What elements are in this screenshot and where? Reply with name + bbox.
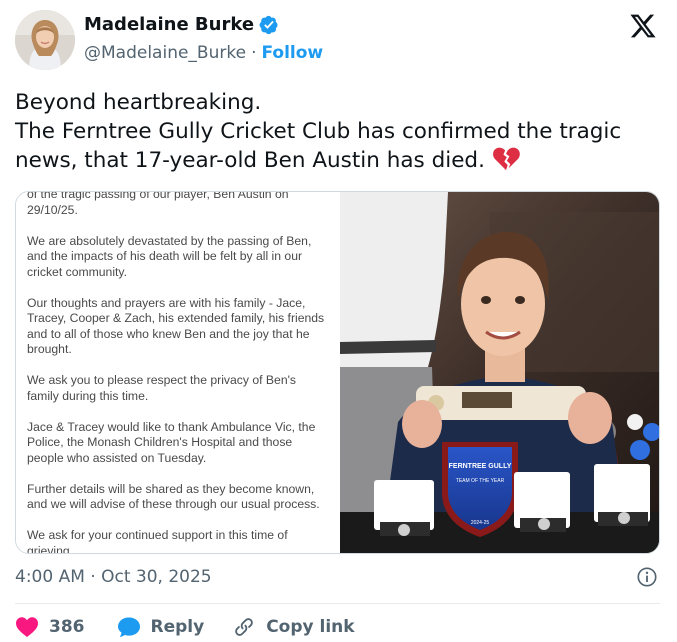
statement-paragraph: We ask you to please respect the privacy… xyxy=(27,373,297,403)
statement-paragraph: Our thoughts and prayers are with his fa… xyxy=(27,295,325,357)
tweet-text: Beyond heartbreaking. The Ferntree Gully… xyxy=(15,88,665,175)
tweet-time: 4:00 AM xyxy=(15,567,85,587)
x-logo-icon[interactable] xyxy=(629,12,659,40)
author-name-row: Madelaine Burke xyxy=(84,14,279,35)
broken-heart-icon xyxy=(492,147,520,171)
link-icon xyxy=(235,618,254,636)
tweet-media[interactable]: of the tragic passing of our player, Ben… xyxy=(15,191,660,554)
copy-link-label: Copy link xyxy=(266,617,355,637)
tweet-card: Madelaine Burke @Madelaine_Burke · Follo… xyxy=(0,0,677,642)
verified-badge-icon xyxy=(259,15,279,35)
statement-paragraph: We ask for your continued support in thi… xyxy=(27,528,288,554)
author-handle[interactable]: @Madelaine_Burke xyxy=(84,43,246,63)
meta-separator: · xyxy=(90,567,96,587)
shield-title: FERNTREE GULLY xyxy=(449,463,512,470)
tweet-timestamp[interactable]: 4:00 AM · Oct 30, 2025 xyxy=(15,567,660,587)
statement-paragraph: Jace & Tracey would like to thank Ambula… xyxy=(27,419,316,465)
statement-text: of the tragic passing of our player, Ben… xyxy=(27,192,327,554)
info-icon[interactable] xyxy=(636,566,658,588)
action-bar: 386 Reply Copy link xyxy=(15,616,355,638)
heart-icon xyxy=(16,617,38,637)
reply-bubble-icon xyxy=(117,617,140,638)
tweet-date: Oct 30, 2025 xyxy=(101,567,212,587)
separator-dot: · xyxy=(251,43,257,63)
divider xyxy=(15,603,660,604)
tweet-line-3: news, that 17-year-old Ben Austin has di… xyxy=(15,148,485,173)
copy-link-button[interactable]: Copy link xyxy=(232,616,355,638)
statement-paragraph: of the tragic passing of our player, Ben… xyxy=(27,192,289,217)
statement-paragraph: Further details will be shared as they b… xyxy=(27,481,320,512)
avatar[interactable] xyxy=(15,10,75,70)
statement-paragraph: We are absolutely devastated by the pass… xyxy=(27,233,312,279)
tweet-line-1: Beyond heartbreaking. xyxy=(15,90,262,115)
like-count: 386 xyxy=(49,617,85,637)
shield-subtitle: TEAM OF THE YEAR xyxy=(456,478,505,484)
shield-year: 2024-25 xyxy=(471,520,490,526)
reply-button[interactable]: Reply xyxy=(117,616,205,638)
follow-button[interactable]: Follow xyxy=(261,43,323,63)
award-photo: FERNTREE GULLY TEAM OF THE YEAR 2024-25 xyxy=(340,192,659,553)
author-handle-row: @Madelaine_Burke · Follow xyxy=(84,43,323,63)
author-name[interactable]: Madelaine Burke xyxy=(84,14,254,35)
like-button[interactable]: 386 xyxy=(15,616,85,638)
club-statement-image: of the tragic passing of our player, Ben… xyxy=(16,192,340,554)
reply-label: Reply xyxy=(150,617,205,637)
tweet-line-2: The Ferntree Gully Cricket Club has conf… xyxy=(15,119,622,144)
award-photo-illustration: FERNTREE GULLY TEAM OF THE YEAR 2024-25 xyxy=(340,192,659,553)
